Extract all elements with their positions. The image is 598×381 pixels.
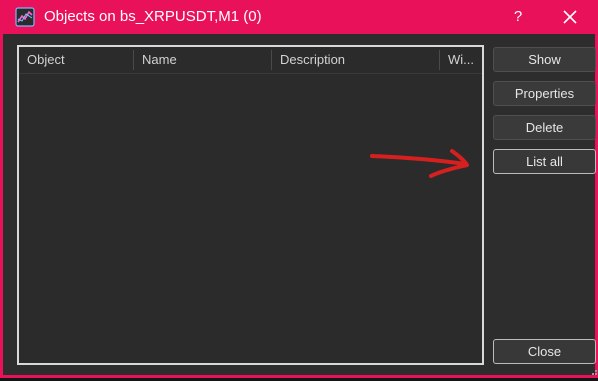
help-button[interactable]: ?	[505, 3, 531, 31]
objects-list[interactable]: Object Name Description Wi...	[17, 45, 484, 365]
delete-button[interactable]: Delete	[493, 115, 596, 140]
column-header-window[interactable]: Wi...	[440, 47, 482, 73]
red-arrow-annotation	[370, 149, 469, 178]
properties-button[interactable]: Properties	[493, 81, 596, 106]
resize-grip-icon[interactable]	[591, 366, 598, 376]
objects-dialog: Objects on bs_XRPUSDT,M1 (0) ? Object Na…	[0, 0, 598, 378]
column-header-object[interactable]: Object	[19, 47, 134, 73]
close-icon[interactable]	[561, 8, 579, 26]
window-title: Objects on bs_XRPUSDT,M1 (0)	[44, 8, 262, 25]
column-header-name[interactable]: Name	[134, 47, 272, 73]
show-button[interactable]: Show	[493, 47, 596, 72]
close-button[interactable]: Close	[493, 339, 596, 364]
list-all-button[interactable]: List all	[493, 149, 596, 174]
chart-window-icon	[15, 7, 35, 27]
column-header-description[interactable]: Description	[272, 47, 440, 73]
title-bar[interactable]: Objects on bs_XRPUSDT,M1 (0) ?	[3, 0, 598, 34]
list-header: Object Name Description Wi...	[19, 47, 482, 74]
